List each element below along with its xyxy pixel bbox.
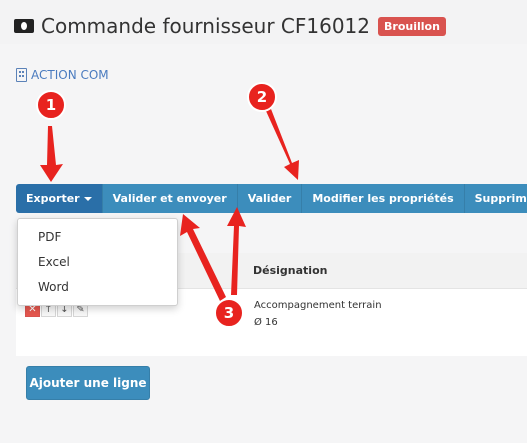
export-dropdown-menu: PDF Excel Word <box>17 218 178 306</box>
line-description: Accompagnement terrain <box>254 300 382 311</box>
export-excel-item[interactable]: Excel <box>38 255 70 269</box>
supplier-row: ACTION COM <box>16 68 109 82</box>
caret-down-icon <box>83 196 92 201</box>
page-title: Commande fournisseur CF16012 <box>41 14 371 38</box>
column-header-designation: Désignation <box>253 264 328 277</box>
building-icon <box>16 68 27 82</box>
export-pdf-item[interactable]: PDF <box>38 230 61 244</box>
edit-properties-button[interactable]: Modifier les propriétés <box>302 184 465 213</box>
line-quantity: Ø 16 <box>254 317 278 328</box>
export-button[interactable]: Exporter <box>16 184 103 213</box>
add-line-button[interactable]: Ajouter une ligne <box>26 366 150 400</box>
supplier-link[interactable]: ACTION COM <box>31 68 109 82</box>
validate-button[interactable]: Valider <box>237 184 303 213</box>
action-toolbar: Exporter Valider et envoyer Valider Modi… <box>16 184 527 213</box>
status-badge: Brouillon <box>378 16 446 36</box>
page-header: Commande fournisseur CF16012 Brouillon <box>14 10 446 42</box>
validate-and-send-button[interactable]: Valider et envoyer <box>102 184 238 213</box>
export-button-label: Exporter <box>26 192 80 205</box>
export-word-item[interactable]: Word <box>38 280 69 294</box>
money-icon <box>14 19 34 33</box>
delete-button[interactable]: Supprimer <box>464 184 527 213</box>
